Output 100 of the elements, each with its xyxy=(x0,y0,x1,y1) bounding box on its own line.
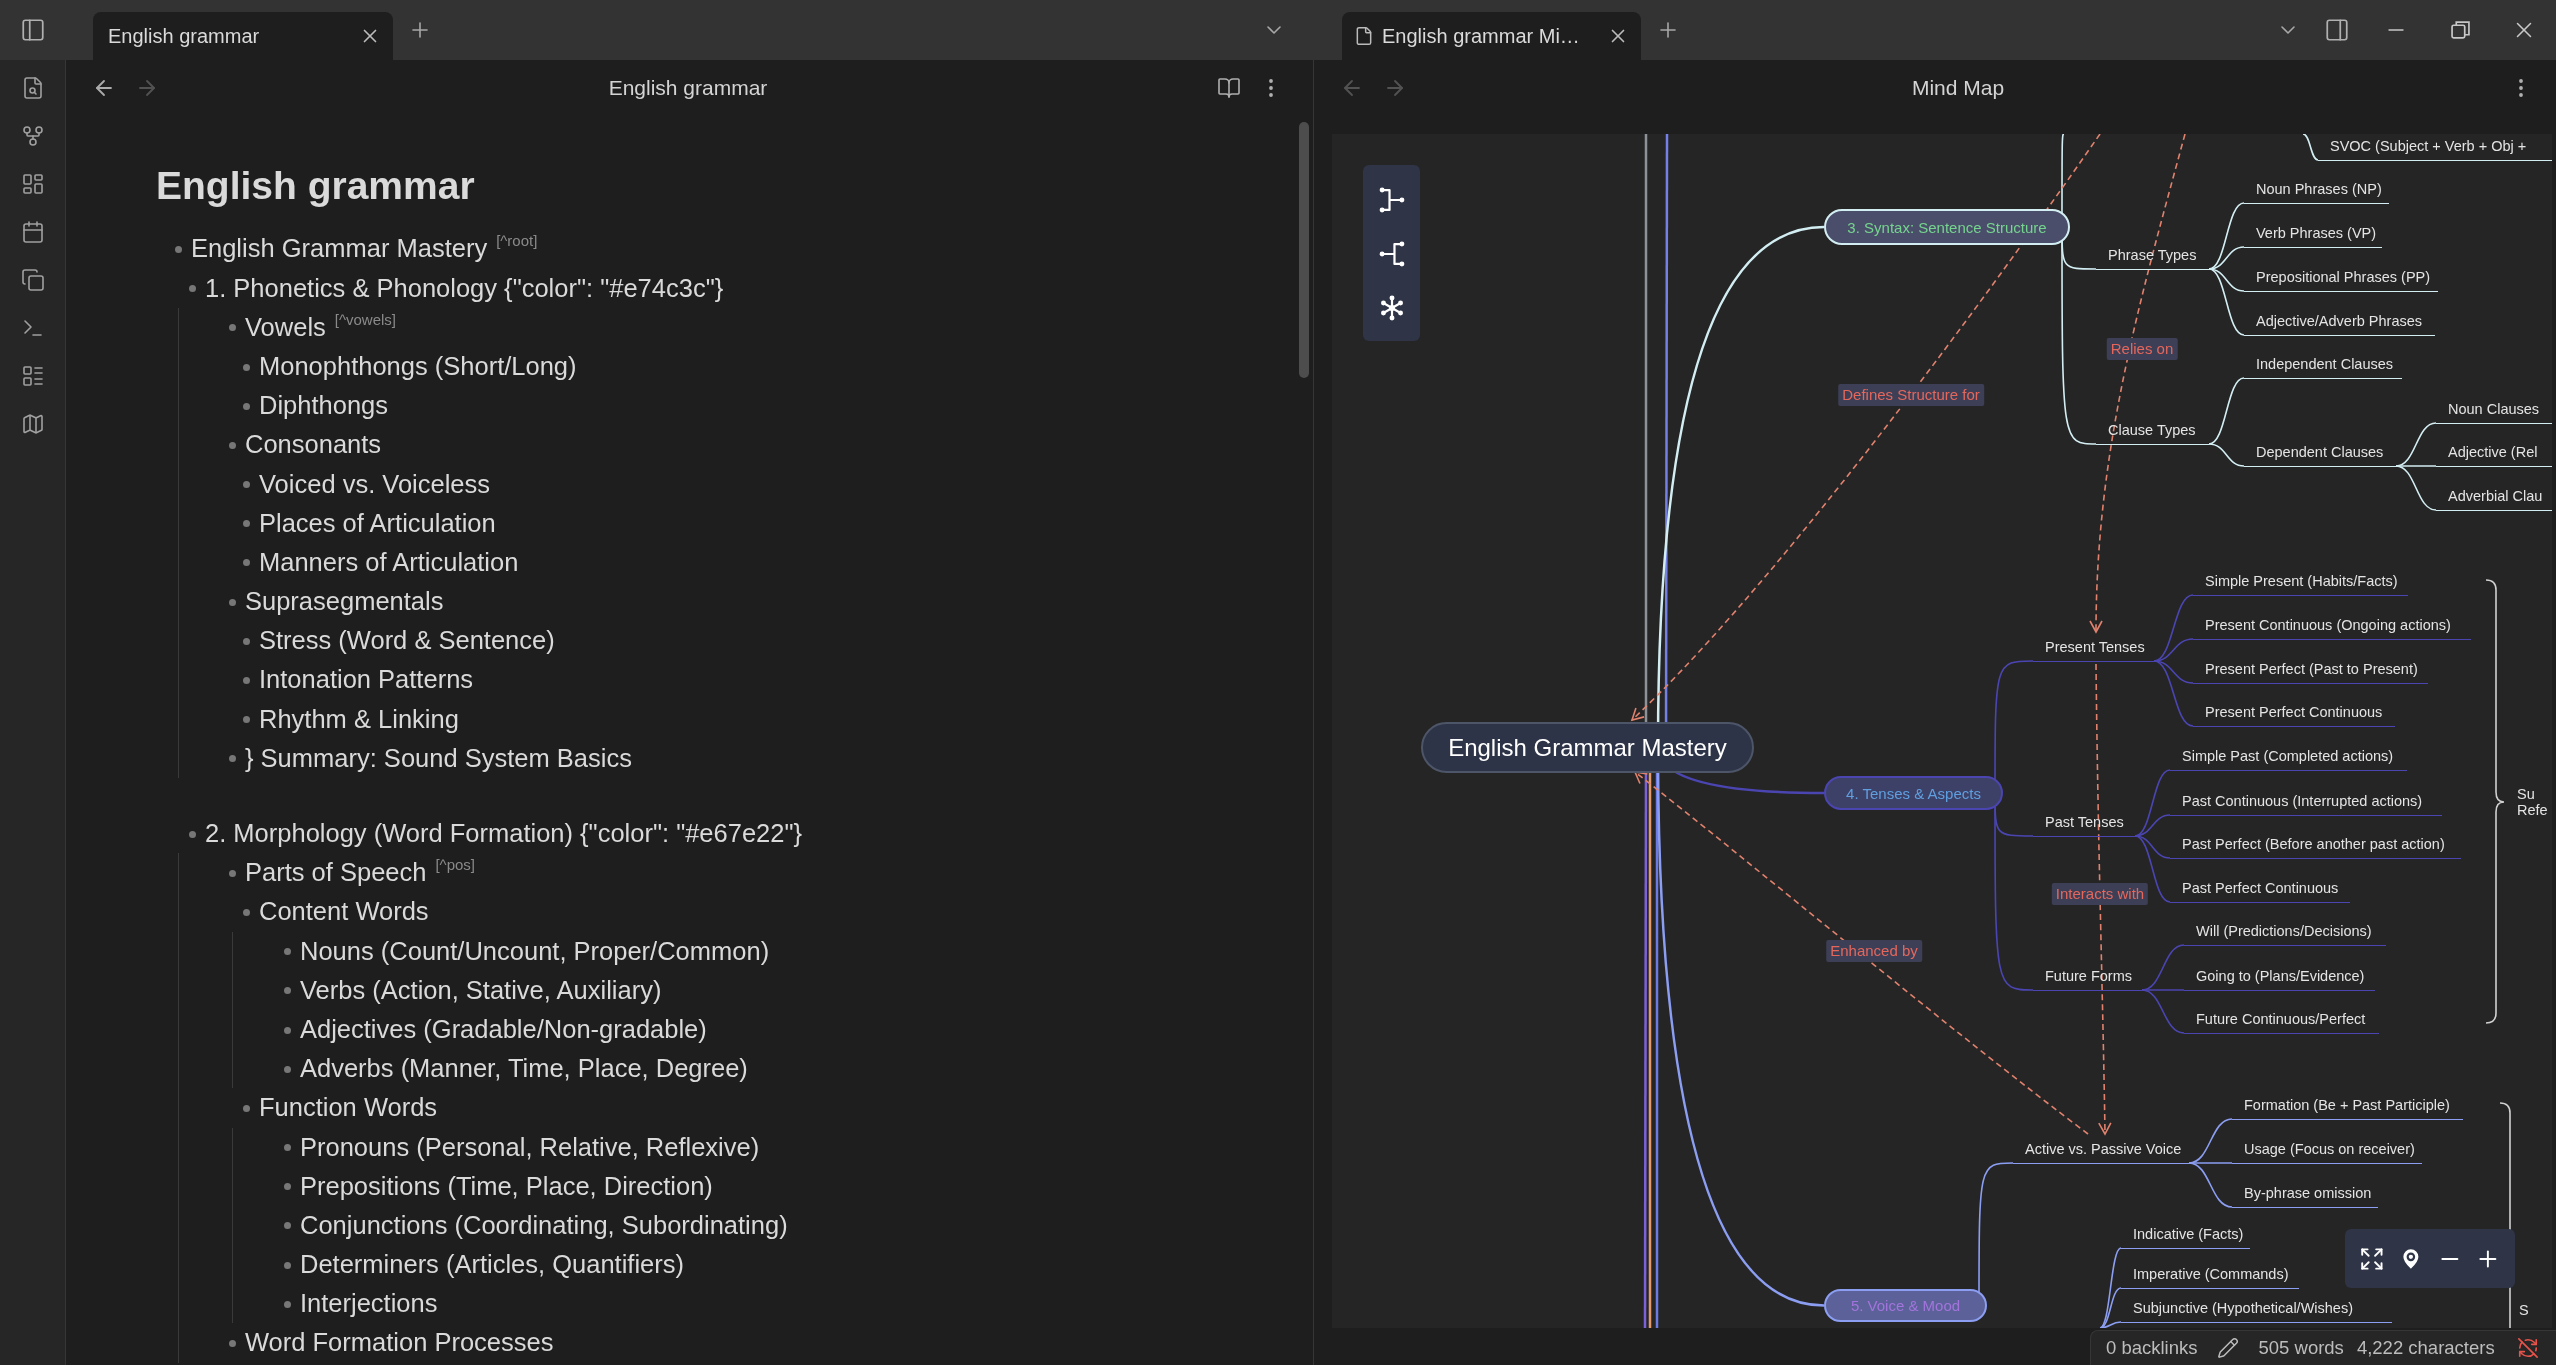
block-anchor: [^root] xyxy=(496,232,538,250)
map-node[interactable]: Will (Predictions/Decisions) xyxy=(2184,922,2386,946)
bullet-icon xyxy=(284,1222,291,1230)
branch-left-icon[interactable] xyxy=(1378,241,1405,267)
outline-item: Suprasegmentals xyxy=(245,587,444,616)
outline-item: Voiced vs. Voiceless xyxy=(259,469,491,498)
outline-item: Function Words xyxy=(259,1093,438,1122)
root-topic[interactable]: English Grammar Mastery xyxy=(1421,722,1754,773)
map-node[interactable]: Present Perfect (Past to Present) xyxy=(2193,660,2428,684)
outline-item: Vowels xyxy=(245,312,326,341)
map-node[interactable]: Going to (Plans/Evidence) xyxy=(2184,967,2375,991)
outline-item: Conjunctions (Coordinating, Subordinating) xyxy=(300,1210,788,1239)
map-node[interactable]: Adjective/Adverb Phrases xyxy=(2244,312,2435,336)
bullet-icon xyxy=(243,677,250,685)
map-node[interactable]: Simple Past (Completed actions) xyxy=(2170,747,2407,771)
block-anchor: [^pos] xyxy=(435,856,475,874)
map-node[interactable]: By-phrase omission xyxy=(2232,1184,2378,1208)
block-anchor: [^vowels] xyxy=(334,310,397,328)
map-node[interactable]: Past Tenses xyxy=(2033,813,2135,837)
map-node[interactable]: Future Forms xyxy=(2033,967,2142,991)
calendar-icon[interactable] xyxy=(20,220,45,244)
outline-item: Parts of Speech xyxy=(245,858,427,887)
bullet-icon xyxy=(284,1300,291,1308)
dashboard-icon[interactable] xyxy=(20,172,45,196)
summary-label: Su xyxy=(2517,786,2536,802)
map-node[interactable]: Clause Types xyxy=(2096,421,2209,445)
connector-line xyxy=(2302,134,2319,161)
sync-off-icon[interactable] xyxy=(2516,1337,2539,1359)
fork-icon[interactable] xyxy=(20,124,45,148)
map-node[interactable]: Noun Clauses xyxy=(2436,400,2552,424)
outline-item: Content Words xyxy=(259,897,429,926)
outline-item: Determiners (Articles, Quantifiers) xyxy=(300,1250,684,1279)
restore-icon[interactable] xyxy=(2450,21,2470,39)
outline-item: Stress (Word & Sentence) xyxy=(259,626,555,655)
topic-node[interactable]: 4. Tenses & Aspects xyxy=(1824,776,2003,810)
bullet-icon xyxy=(243,520,250,528)
map-node[interactable]: Simple Present (Habits/Facts) xyxy=(2193,572,2408,596)
bullet-icon xyxy=(229,598,236,606)
panel-right-icon[interactable] xyxy=(2324,17,2350,43)
outline-item: Nouns (Count/Uncount, Proper/Common) xyxy=(300,936,770,965)
note-title: English grammar xyxy=(156,163,475,209)
topic-node[interactable]: 3. Syntax: Sentence Structure xyxy=(1824,209,2070,245)
map-node[interactable]: Present Continuous (Ongoing actions) xyxy=(2193,616,2471,640)
map-node[interactable]: SVOC (Subject + Verb + Obj + xyxy=(2318,137,2552,161)
hub-nodes-icon[interactable] xyxy=(1378,295,1405,321)
outline-item: } Summary: Sound System Basics xyxy=(245,743,632,772)
map-node[interactable]: Past Continuous (Interrupted actions) xyxy=(2170,792,2442,816)
outline-item: Rhythm & Linking xyxy=(259,704,459,733)
backlinks-count[interactable]: 0 backlinks xyxy=(2106,1337,2198,1359)
tab[interactable]: English grammar Mi… xyxy=(1342,12,1641,60)
bullet-icon xyxy=(243,1104,250,1112)
map-node[interactable]: Indicative (Facts) xyxy=(2121,1225,2250,1249)
bullet-icon xyxy=(284,948,291,956)
map-node[interactable]: Usage (Focus on receiver) xyxy=(2232,1140,2422,1164)
map-node[interactable]: Active vs. Passive Voice xyxy=(2013,1140,2189,1164)
outline-item: Word Formation Processes xyxy=(245,1328,554,1357)
map-node[interactable]: Noun Phrases (NP) xyxy=(2244,180,2389,204)
pencil-icon[interactable] xyxy=(2216,1337,2239,1359)
outline-item: Diphthongs xyxy=(259,391,388,420)
map-node[interactable]: Independent Clauses xyxy=(2244,355,2402,379)
bullet-icon xyxy=(229,441,236,449)
outline-item: Intonation Patterns xyxy=(259,665,474,694)
map-node[interactable]: Formation (Be + Past Participle) xyxy=(2232,1096,2463,1120)
bullet-icon xyxy=(229,869,236,877)
outline-item: Adjectives (Gradable/Non-gradable) xyxy=(300,1014,707,1043)
bullet-icon xyxy=(243,716,250,724)
map-node[interactable]: Adjective (Rel xyxy=(2436,443,2552,467)
branch-right-icon[interactable] xyxy=(1378,187,1405,213)
copy-icon[interactable] xyxy=(20,268,45,292)
bullet-icon xyxy=(189,285,196,293)
bullet-icon xyxy=(229,755,236,763)
map-node[interactable]: Prepositional Phrases (PP) xyxy=(2244,268,2438,292)
map-node[interactable]: Present Perfect Continuous xyxy=(2193,703,2395,727)
bullet-icon xyxy=(284,1026,291,1034)
outline-item: Places of Articulation xyxy=(259,508,496,537)
map-icon[interactable] xyxy=(20,412,45,436)
character-count: 4,222 characters xyxy=(2356,1337,2495,1359)
outline-item: 2. Morphology (Word Formation) {"color": "#e67e22"} xyxy=(205,819,803,847)
panel-left-icon[interactable] xyxy=(20,17,46,43)
bullet-icon xyxy=(284,1065,291,1073)
map-node[interactable]: Present Tenses xyxy=(2033,638,2154,662)
map-node[interactable]: Phrase Types xyxy=(2096,246,2209,270)
scrollbar-thumb[interactable] xyxy=(1299,122,1309,378)
map-node[interactable]: Verb Phrases (VP) xyxy=(2244,224,2383,248)
outline-item: Pronouns (Personal, Relative, Reflexive) xyxy=(300,1132,760,1161)
map-node[interactable]: Adverbial Clau xyxy=(2436,487,2552,511)
outline-item: 1. Phonetics & Phonology {"color": "#e74c3c"} xyxy=(205,273,724,302)
map-node[interactable]: Dependent Clauses xyxy=(2244,443,2396,467)
map-node[interactable]: Imperative (Commands) xyxy=(2121,1265,2299,1289)
book-icon[interactable] xyxy=(1217,76,1241,100)
bullet-icon xyxy=(243,402,250,410)
outline-item: Manners of Articulation xyxy=(259,547,519,576)
bullet-icon xyxy=(189,830,196,838)
expand-icon[interactable] xyxy=(2359,1245,2385,1272)
map-node[interactable]: Subjunctive (Hypothetical/Wishes) xyxy=(2121,1299,2392,1323)
list-icon[interactable] xyxy=(20,364,45,388)
map-node[interactable]: Past Perfect Continuous xyxy=(2170,879,2350,903)
tab[interactable]: English grammar xyxy=(93,12,393,60)
map-node[interactable]: Future Continuous/Perfect xyxy=(2184,1010,2379,1034)
map-node[interactable]: Past Perfect (Before another past action) xyxy=(2170,835,2461,859)
